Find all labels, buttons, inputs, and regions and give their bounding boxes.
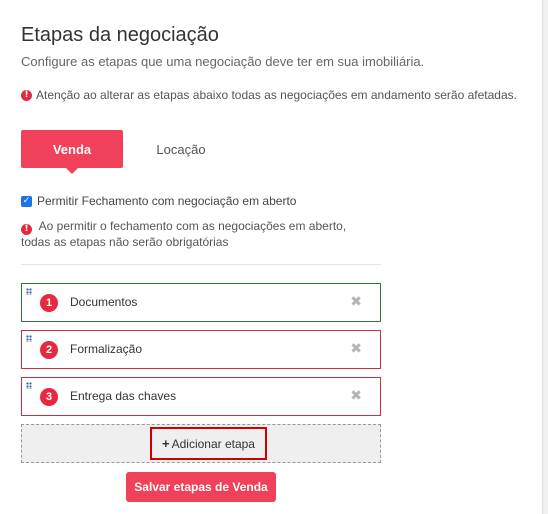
exclamation-circle-icon: !	[21, 223, 32, 235]
step-label: Documentos	[70, 295, 138, 309]
step-item[interactable]: 3 Entrega das chaves ✖	[21, 377, 381, 416]
page-subtitle: Configure as etapas que uma negociação d…	[21, 54, 425, 69]
tab-venda[interactable]: Venda	[21, 130, 123, 168]
warning-text: Atenção ao alterar as etapas abaixo toda…	[36, 88, 517, 102]
step-label: Formalização	[70, 342, 143, 356]
drag-handle-icon[interactable]	[26, 288, 32, 295]
settings-card: Etapas da negociação Configure as etapas…	[0, 0, 543, 514]
allow-close-checkbox[interactable]: ✓	[21, 195, 32, 207]
drag-handle-icon[interactable]	[26, 382, 32, 389]
add-step-label: Adicionar etapa	[171, 436, 255, 451]
close-icon[interactable]: ✖	[350, 341, 362, 357]
close-icon[interactable]: ✖	[350, 294, 362, 310]
step-number: 2	[40, 341, 58, 359]
page-title: Etapas da negociação	[21, 24, 219, 46]
step-label: Entrega das chaves	[70, 389, 177, 403]
close-icon[interactable]: ✖	[350, 388, 362, 404]
allow-close-option[interactable]: ✓ Permitir Fechamento com negociação em …	[21, 194, 296, 208]
plus-icon: +	[162, 436, 170, 451]
active-tab-caret	[66, 168, 78, 174]
save-steps-button[interactable]: Salvar etapas de Venda	[126, 472, 276, 502]
allow-close-note: ! Ao permitir o fechamento com as negoci…	[21, 219, 381, 249]
add-step-button[interactable]: + Adicionar etapa	[150, 427, 267, 460]
step-item[interactable]: 2 Formalização ✖	[21, 330, 381, 369]
warning-message: ! Atenção ao alterar as etapas abaixo to…	[21, 88, 517, 102]
step-item[interactable]: 1 Documentos ✖	[21, 283, 381, 322]
allow-close-label: Permitir Fechamento com negociação em ab…	[37, 194, 297, 208]
tab-locacao[interactable]: Locação	[140, 130, 222, 168]
note-line-1: Ao permitir o fechamento com as negociaç…	[38, 219, 347, 233]
divider	[21, 264, 381, 265]
exclamation-circle-icon: !	[21, 89, 32, 101]
step-number: 1	[40, 294, 58, 312]
step-number: 3	[40, 388, 58, 406]
drag-handle-icon[interactable]	[26, 335, 32, 342]
note-line-2: todas as etapas não serão obrigatórias	[21, 234, 229, 249]
